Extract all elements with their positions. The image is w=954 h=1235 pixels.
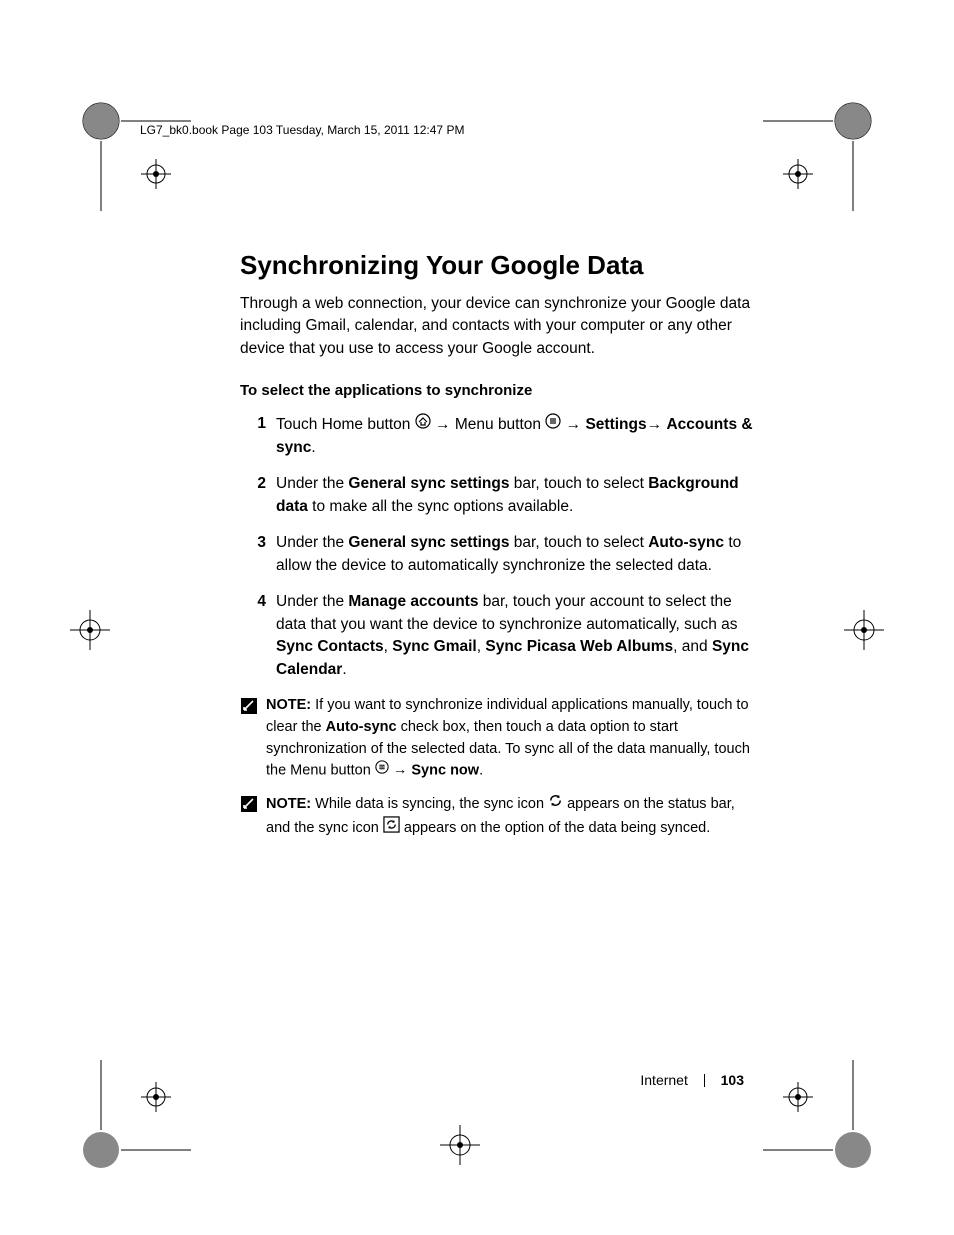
intro-paragraph: Through a web connection, your device ca… xyxy=(240,293,760,360)
page-number: 103 xyxy=(721,1072,744,1088)
step-number: 1 xyxy=(240,413,276,459)
note-block: NOTE: If you want to synchronize individ… xyxy=(240,695,760,783)
arrow-right-icon: → xyxy=(435,414,451,436)
home-icon xyxy=(415,413,431,436)
note-icon xyxy=(240,793,266,841)
note-block: NOTE: While data is syncing, the sync ic… xyxy=(240,793,760,841)
step-body: Under the General sync settings bar, tou… xyxy=(276,532,760,577)
step-item: 2 Under the General sync settings bar, t… xyxy=(240,473,760,518)
crop-mark-icon xyxy=(76,1055,196,1175)
arrow-right-icon: → xyxy=(647,414,663,436)
step-item: 1 Touch Home button → Menu button → Sett… xyxy=(240,413,760,459)
menu-icon xyxy=(545,413,561,436)
arrow-right-icon: → xyxy=(566,414,582,436)
sync-box-icon xyxy=(383,816,400,841)
crop-mark-icon xyxy=(834,600,894,660)
crop-mark-icon xyxy=(60,600,120,660)
step-body: Under the General sync settings bar, tou… xyxy=(276,473,760,518)
step-number: 4 xyxy=(240,591,276,681)
arrow-right-icon: → xyxy=(393,760,408,782)
page-title: Synchronizing Your Google Data xyxy=(240,250,760,281)
note-body: NOTE: If you want to synchronize individ… xyxy=(266,695,760,783)
note-icon xyxy=(240,695,266,783)
footer-section: Internet xyxy=(640,1072,687,1088)
step-item: 4 Under the Manage accounts bar, touch y… xyxy=(240,591,760,681)
step-body: Under the Manage accounts bar, touch you… xyxy=(276,591,760,681)
section-subhead: To select the applications to synchroniz… xyxy=(240,382,760,399)
step-body: Touch Home button → Menu button → Settin… xyxy=(276,413,760,459)
sync-icon xyxy=(548,793,563,816)
step-item: 3 Under the General sync settings bar, t… xyxy=(240,532,760,577)
note-body: NOTE: While data is syncing, the sync ic… xyxy=(266,793,760,841)
footer-separator xyxy=(704,1074,705,1087)
menu-icon xyxy=(375,760,389,782)
page-content: Synchronizing Your Google Data Through a… xyxy=(240,250,760,851)
crop-mark-icon xyxy=(76,96,196,216)
crop-mark-icon xyxy=(430,1115,490,1175)
crop-mark-icon xyxy=(758,1055,878,1175)
page-footer: Internet 103 xyxy=(640,1072,744,1088)
step-number: 2 xyxy=(240,473,276,518)
crop-mark-icon xyxy=(758,96,878,216)
step-number: 3 xyxy=(240,532,276,577)
